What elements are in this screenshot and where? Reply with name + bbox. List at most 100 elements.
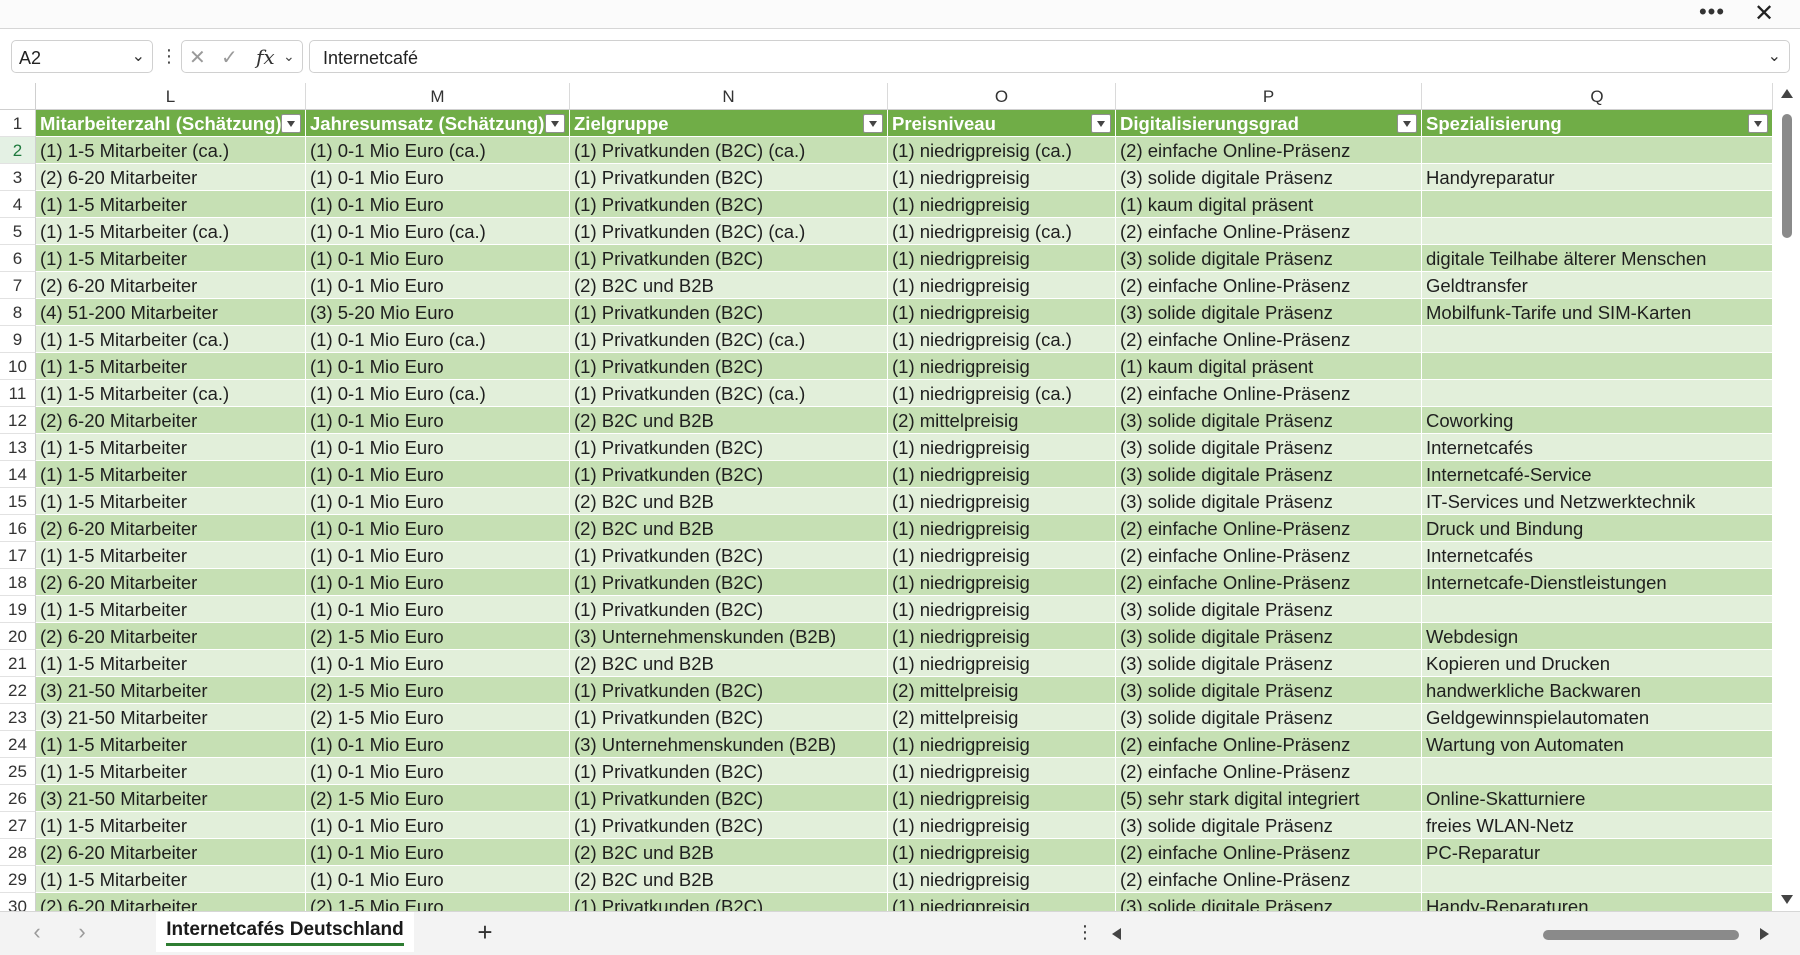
table-cell[interactable]: (1) Privatkunden (B2C) — [570, 812, 888, 839]
table-cell[interactable]: (1) niedrigpreisig (ca.) — [888, 326, 1116, 353]
table-cell[interactable]: (1) Privatkunden (B2C) — [570, 164, 888, 191]
table-cell[interactable]: (2) einfache Online-Präsenz — [1116, 515, 1422, 542]
sheet-tab-active[interactable]: Internetcafés Deutschland — [156, 912, 414, 952]
row-number[interactable]: 4 — [0, 191, 36, 218]
table-cell[interactable]: (2) einfache Online-Präsenz — [1116, 218, 1422, 245]
table-cell[interactable]: (1) Privatkunden (B2C) — [570, 893, 888, 911]
table-cell[interactable]: (1) niedrigpreisig — [888, 191, 1116, 218]
row-number[interactable]: 2 — [0, 137, 36, 164]
select-all-corner[interactable] — [0, 83, 36, 110]
table-cell[interactable]: (2) 6-20 Mitarbeiter — [36, 623, 306, 650]
scroll-right-icon[interactable] — [1760, 928, 1769, 940]
table-cell[interactable]: (2) B2C und B2B — [570, 866, 888, 893]
table-cell[interactable]: (2) 6-20 Mitarbeiter — [36, 164, 306, 191]
table-cell[interactable]: (1) niedrigpreisig — [888, 758, 1116, 785]
table-cell[interactable]: (1) kaum digital präsent — [1116, 191, 1422, 218]
table-cell[interactable]: Internetcafés — [1422, 542, 1773, 569]
table-cell[interactable]: (1) niedrigpreisig — [888, 299, 1116, 326]
table-cell[interactable]: (2) mittelpreisig — [888, 677, 1116, 704]
table-cell[interactable]: (1) 0-1 Mio Euro (ca.) — [306, 137, 570, 164]
table-cell[interactable]: (1) 0-1 Mio Euro — [306, 515, 570, 542]
row-number[interactable]: 17 — [0, 542, 36, 569]
table-cell[interactable]: (2) B2C und B2B — [570, 488, 888, 515]
table-cell[interactable]: (3) solide digitale Präsenz — [1116, 812, 1422, 839]
vertical-dots-icon[interactable]: ⋮ — [160, 45, 178, 69]
scroll-left-icon[interactable] — [1112, 928, 1121, 940]
table-cell[interactable]: (3) solide digitale Präsenz — [1116, 407, 1422, 434]
table-cell[interactable]: Handyreparatur — [1422, 164, 1773, 191]
table-cell[interactable]: Wartung von Automaten — [1422, 731, 1773, 758]
confirm-icon[interactable]: ✓ — [221, 45, 238, 70]
table-cell[interactable]: (1) Privatkunden (B2C) (ca.) — [570, 380, 888, 407]
table-cell[interactable]: (2) 6-20 Mitarbeiter — [36, 893, 306, 911]
table-cell[interactable]: (3) solide digitale Präsenz — [1116, 434, 1422, 461]
row-number[interactable]: 1 — [0, 110, 36, 137]
table-cell[interactable]: (1) 1-5 Mitarbeiter — [36, 866, 306, 893]
table-cell[interactable]: Geldgewinnspielautomaten — [1422, 704, 1773, 731]
table-cell[interactable]: (2) B2C und B2B — [570, 839, 888, 866]
table-cell[interactable]: PC-Reparatur — [1422, 839, 1773, 866]
table-cell[interactable]: (1) Privatkunden (B2C) — [570, 353, 888, 380]
table-cell[interactable]: (1) niedrigpreisig — [888, 866, 1116, 893]
table-cell[interactable]: (1) Privatkunden (B2C) (ca.) — [570, 218, 888, 245]
table-cell[interactable]: (5) sehr stark digital integriert — [1116, 785, 1422, 812]
table-cell[interactable]: (1) Privatkunden (B2C) — [570, 785, 888, 812]
insert-function-icon[interactable]: fx — [256, 45, 275, 69]
table-cell[interactable]: digitale Teilhabe älterer Menschen — [1422, 245, 1773, 272]
cancel-icon[interactable]: ✕ — [189, 45, 206, 70]
table-cell[interactable]: (1) Privatkunden (B2C) — [570, 704, 888, 731]
table-cell[interactable]: (1) 1-5 Mitarbeiter — [36, 434, 306, 461]
table-cell[interactable]: (1) Privatkunden (B2C) — [570, 758, 888, 785]
row-number[interactable]: 20 — [0, 623, 36, 650]
name-box-value[interactable]: A2 — [19, 48, 41, 69]
table-cell[interactable]: (3) solide digitale Präsenz — [1116, 704, 1422, 731]
table-cell[interactable]: (2) 6-20 Mitarbeiter — [36, 569, 306, 596]
table-cell[interactable]: (1) niedrigpreisig — [888, 650, 1116, 677]
table-cell[interactable]: (1) 1-5 Mitarbeiter — [36, 542, 306, 569]
column-header-p[interactable]: P — [1116, 83, 1422, 110]
table-cell[interactable]: (3) solide digitale Präsenz — [1116, 596, 1422, 623]
table-cell[interactable]: Coworking — [1422, 407, 1773, 434]
table-cell[interactable]: (3) 21-50 Mitarbeiter — [36, 704, 306, 731]
column-header-m[interactable]: M — [306, 83, 570, 110]
table-cell[interactable]: (1) niedrigpreisig — [888, 488, 1116, 515]
table-cell[interactable]: (2) einfache Online-Präsenz — [1116, 758, 1422, 785]
table-cell[interactable]: (2) mittelpreisig — [888, 407, 1116, 434]
scroll-down-icon[interactable] — [1781, 895, 1793, 904]
row-number[interactable]: 21 — [0, 650, 36, 677]
table-cell[interactable]: (1) 0-1 Mio Euro — [306, 596, 570, 623]
table-cell[interactable]: (2) 6-20 Mitarbeiter — [36, 407, 306, 434]
table-cell[interactable]: Online-Skatturniere — [1422, 785, 1773, 812]
table-cell[interactable]: (2) 6-20 Mitarbeiter — [36, 272, 306, 299]
formula-input[interactable]: Internetcafé ⌄ — [309, 40, 1790, 73]
table-cell[interactable]: (1) 0-1 Mio Euro — [306, 245, 570, 272]
table-cell[interactable] — [1422, 326, 1773, 353]
table-cell[interactable]: (3) solide digitale Präsenz — [1116, 677, 1422, 704]
table-cell[interactable]: (1) 1-5 Mitarbeiter — [36, 758, 306, 785]
table-cell[interactable]: (1) 0-1 Mio Euro — [306, 407, 570, 434]
table-cell[interactable]: (3) 21-50 Mitarbeiter — [36, 785, 306, 812]
column-header-l[interactable]: L — [36, 83, 306, 110]
table-cell[interactable]: (3) solide digitale Präsenz — [1116, 488, 1422, 515]
table-cell[interactable]: (2) einfache Online-Präsenz — [1116, 272, 1422, 299]
table-cell[interactable]: (1) niedrigpreisig — [888, 461, 1116, 488]
previous-sheet-icon[interactable]: ‹ — [25, 920, 49, 946]
table-cell[interactable]: IT-Services und Netzwerktechnik — [1422, 488, 1773, 515]
table-cell[interactable]: (3) 5-20 Mio Euro — [306, 299, 570, 326]
table-cell[interactable]: Kopieren und Drucken — [1422, 650, 1773, 677]
filter-dropdown-icon[interactable] — [1091, 114, 1111, 133]
expand-formula-icon[interactable]: ⌄ — [1768, 46, 1781, 66]
table-cell[interactable]: (1) niedrigpreisig — [888, 542, 1116, 569]
table-cell[interactable]: (1) 0-1 Mio Euro — [306, 731, 570, 758]
table-cell[interactable]: (1) kaum digital präsent — [1116, 353, 1422, 380]
row-number[interactable]: 14 — [0, 461, 36, 488]
header-cell[interactable]: Jahresumsatz (Schätzung) — [306, 110, 570, 137]
table-cell[interactable]: (1) niedrigpreisig — [888, 434, 1116, 461]
table-cell[interactable]: (1) niedrigpreisig — [888, 893, 1116, 911]
table-cell[interactable]: (1) niedrigpreisig — [888, 623, 1116, 650]
row-number[interactable]: 29 — [0, 866, 36, 893]
table-cell[interactable]: (2) einfache Online-Präsenz — [1116, 866, 1422, 893]
chevron-down-icon[interactable]: ⌄ — [132, 46, 145, 66]
row-number[interactable]: 9 — [0, 326, 36, 353]
table-cell[interactable]: (1) Privatkunden (B2C) — [570, 299, 888, 326]
